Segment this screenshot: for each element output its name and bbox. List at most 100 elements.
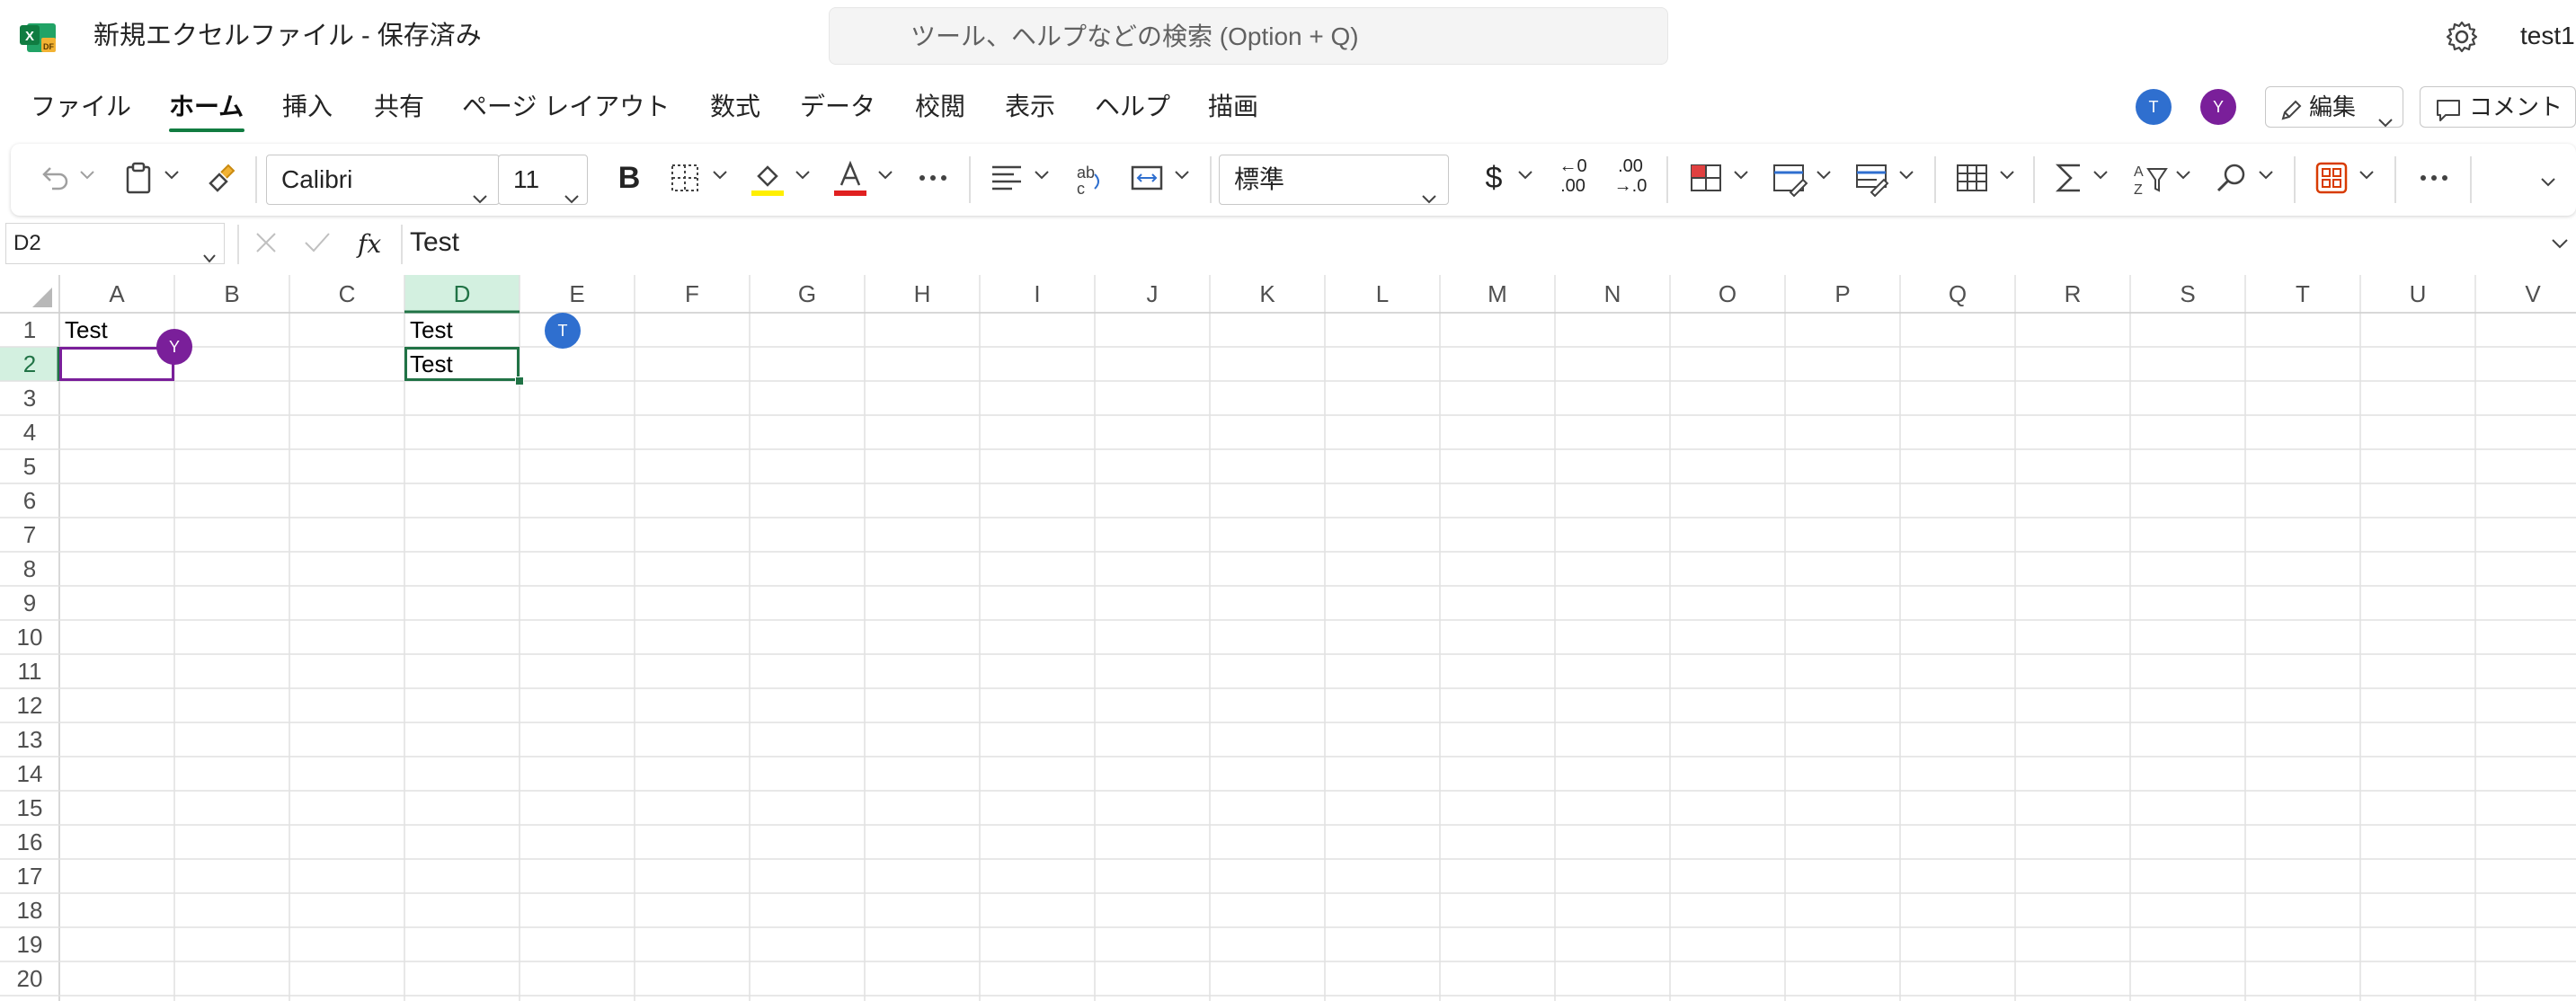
undo-dropdown-chevron-icon[interactable] <box>79 169 95 182</box>
conditional-formatting-chevron-icon[interactable] <box>1733 169 1749 182</box>
wrap-text-icon[interactable]: ab c <box>1068 156 1111 199</box>
insert-cells-chevron-icon[interactable] <box>1999 169 2015 182</box>
collaborator-cursor-t[interactable]: T <box>545 313 581 349</box>
add-ins-icon[interactable] <box>2310 156 2353 199</box>
column-header-f[interactable]: F <box>635 275 750 313</box>
document-title[interactable]: 新規エクセルファイル - 保存済み <box>93 16 482 56</box>
row-header-8[interactable]: 8 <box>0 552 59 586</box>
tab-file[interactable]: ファイル <box>31 88 131 126</box>
row-header-3[interactable]: 3 <box>0 381 59 415</box>
column-header-p[interactable]: P <box>1785 275 1900 313</box>
collaborator-avatar-y[interactable]: Y <box>2200 89 2236 125</box>
tab-review[interactable]: 校閲 <box>915 88 965 126</box>
column-header-l[interactable]: L <box>1325 275 1440 313</box>
tab-formulas[interactable]: 数式 <box>710 88 760 126</box>
font-name-dropdown[interactable]: Calibri <box>266 155 500 205</box>
insert-cells-icon[interactable] <box>1950 156 1994 199</box>
edit-mode-button[interactable]: 編集 <box>2265 86 2403 128</box>
number-format-dropdown[interactable]: 標準 <box>1219 155 1449 205</box>
borders-dropdown-chevron-icon[interactable] <box>712 169 728 182</box>
sort-filter-icon[interactable]: AZ <box>2128 156 2172 199</box>
row-header-4[interactable]: 4 <box>0 415 59 449</box>
column-header-o[interactable]: O <box>1670 275 1785 313</box>
column-header-s[interactable]: S <box>2130 275 2245 313</box>
comment-button[interactable]: コメント <box>2420 86 2576 128</box>
name-box[interactable]: D2 <box>5 223 225 264</box>
row-header-20[interactable]: 20 <box>0 961 59 996</box>
row-header-7[interactable]: 7 <box>0 518 59 552</box>
column-header-a[interactable]: A <box>59 275 174 313</box>
align-icon[interactable] <box>985 156 1028 199</box>
row-header-5[interactable]: 5 <box>0 449 59 483</box>
insert-function-button[interactable]: fx <box>358 225 381 264</box>
column-header-d[interactable]: D <box>404 275 520 313</box>
tab-home[interactable]: ホーム <box>169 88 244 126</box>
font-color-icon[interactable] <box>829 156 872 199</box>
column-header-b[interactable]: B <box>174 275 289 313</box>
row-header-15[interactable]: 15 <box>0 791 59 825</box>
gear-icon[interactable] <box>2445 20 2479 54</box>
cell-styles-icon[interactable] <box>1850 156 1893 199</box>
more-options-icon[interactable] <box>2412 156 2456 199</box>
search-box[interactable]: ツール、ヘルプなどの検索 (Option + Q) <box>829 7 1668 65</box>
column-header-e[interactable]: E <box>520 275 635 313</box>
row-header-13[interactable]: 13 <box>0 722 59 757</box>
format-painter-icon[interactable] <box>200 156 243 199</box>
column-header-k[interactable]: K <box>1210 275 1325 313</box>
row-header-11[interactable]: 11 <box>0 654 59 688</box>
formula-input[interactable]: Test <box>410 221 459 264</box>
currency-format-button[interactable]: $ <box>1472 156 1515 199</box>
tab-insert[interactable]: 挿入 <box>282 88 333 126</box>
decrease-decimal-button[interactable]: .00 →.0 <box>1609 156 1652 199</box>
tab-share[interactable]: 共有 <box>374 88 424 126</box>
row-header-18[interactable]: 18 <box>0 893 59 927</box>
format-as-table-chevron-icon[interactable] <box>1816 169 1832 182</box>
merge-cells-icon[interactable] <box>1125 156 1168 199</box>
row-header-1[interactable]: 1 <box>0 313 59 347</box>
collaborator-cursor-y[interactable]: Y <box>156 329 192 365</box>
format-as-table-icon[interactable] <box>1767 156 1810 199</box>
font-size-dropdown[interactable]: 11 <box>498 155 588 205</box>
column-header-u[interactable]: U <box>2360 275 2475 313</box>
row-header-16[interactable]: 16 <box>0 825 59 859</box>
cell-a1[interactable]: Test <box>65 313 108 347</box>
expand-formula-bar-chevron-icon[interactable] <box>2551 237 2569 250</box>
row-header-14[interactable]: 14 <box>0 757 59 791</box>
column-header-j[interactable]: J <box>1095 275 1210 313</box>
find-chevron-icon[interactable] <box>2258 169 2274 182</box>
autosum-icon[interactable] <box>2047 156 2091 199</box>
row-header-9[interactable]: 9 <box>0 586 59 620</box>
tab-draw[interactable]: 描画 <box>1208 88 1258 126</box>
paste-dropdown-chevron-icon[interactable] <box>164 169 180 182</box>
ribbon-expand-chevron-icon[interactable] <box>2540 176 2556 189</box>
clipboard-paste-icon[interactable] <box>117 156 160 199</box>
column-header-m[interactable]: M <box>1440 275 1555 313</box>
tab-data[interactable]: データ <box>800 88 875 126</box>
row-header-2[interactable]: 2 <box>0 347 59 381</box>
tab-view[interactable]: 表示 <box>1005 88 1055 126</box>
row-header-19[interactable]: 19 <box>0 927 59 961</box>
autosum-chevron-icon[interactable] <box>2092 169 2109 182</box>
spreadsheet-grid[interactable]: A B C D E F G H I J K L M N O P Q R S T U V 1 2 3 4 5 6 7 8 9 10 11 12 13 1… <box>0 275 2576 1001</box>
tab-page-layout[interactable]: ページ レイアウト <box>462 88 670 126</box>
cell-styles-chevron-icon[interactable] <box>1898 169 1914 182</box>
borders-icon[interactable] <box>663 156 706 199</box>
row-header-17[interactable]: 17 <box>0 859 59 893</box>
column-header-r[interactable]: R <box>2015 275 2130 313</box>
account-name[interactable]: test1 <box>2520 16 2575 56</box>
font-color-dropdown-chevron-icon[interactable] <box>877 169 893 182</box>
column-header-c[interactable]: C <box>289 275 404 313</box>
confirm-entry-icon[interactable] <box>302 228 333 257</box>
tab-help[interactable]: ヘルプ <box>1095 88 1170 126</box>
column-header-v[interactable]: V <box>2475 275 2576 313</box>
cell-d1[interactable]: Test <box>410 313 453 347</box>
cancel-entry-icon[interactable] <box>252 228 280 257</box>
add-ins-chevron-icon[interactable] <box>2358 169 2375 182</box>
column-header-g[interactable]: G <box>750 275 865 313</box>
increase-decimal-button[interactable]: ←0 .00 <box>1551 156 1594 199</box>
undo-icon[interactable] <box>32 156 76 199</box>
row-header-12[interactable]: 12 <box>0 688 59 722</box>
row-header-6[interactable]: 6 <box>0 483 59 518</box>
fill-color-icon[interactable] <box>746 156 789 199</box>
conditional-formatting-icon[interactable] <box>1684 156 1728 199</box>
